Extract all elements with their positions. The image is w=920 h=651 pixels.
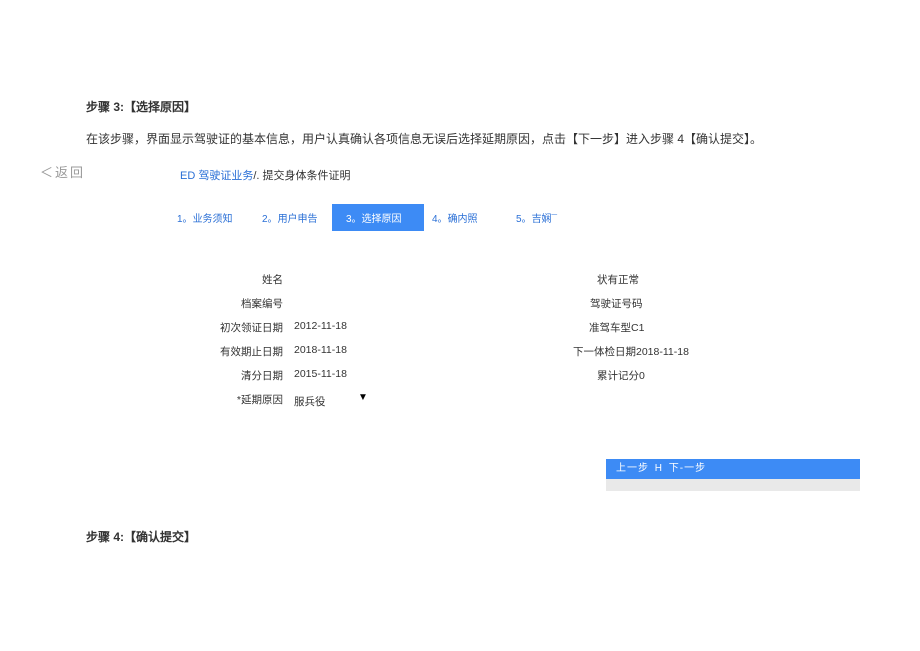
label-status: 状有正常: [597, 272, 797, 287]
label-clear: 清分日期: [83, 368, 283, 383]
step-1[interactable]: 1。业务须知: [177, 210, 233, 225]
breadcrumb-rest: /. 提交身体条件证明: [253, 170, 350, 182]
sep: H: [655, 463, 663, 474]
step-4[interactable]: 4。确内照: [432, 210, 478, 225]
value-expire: 2018-11-18: [294, 344, 494, 356]
bar-shadow: [606, 479, 860, 491]
breadcrumb-link[interactable]: ED 驾驶证业务: [180, 170, 253, 182]
breadcrumb: ED 驾驶证业务/. 提交身体条件证明: [180, 167, 351, 183]
step-2[interactable]: 2。用户申告: [262, 210, 318, 225]
prev-step-text: 上一步: [616, 463, 649, 474]
back-link[interactable]: ＜返回: [40, 162, 85, 181]
label-firstdate: 初次领证日期: [83, 320, 283, 335]
step3-heading: 步骤 3:【选择原因】: [86, 98, 196, 115]
label-licno: 驾驶证号码: [590, 296, 790, 311]
next-step-text: 下-一步: [669, 463, 706, 474]
label-expire: 有效期止日期: [83, 344, 283, 359]
chevron-down-icon: ▼: [358, 392, 368, 403]
row-vehtype: 准驾车型C1: [589, 320, 789, 335]
label-fileno: 档案编号: [83, 296, 283, 311]
step-3-active[interactable]: 3。选择原因: [332, 204, 424, 231]
delay-reason-select[interactable]: 服兵役 ▼: [294, 392, 326, 410]
step-5[interactable]: 5。吉娴¯: [516, 210, 557, 225]
step3-description: 在该步骤，界面显示驾驶证的基本信息，用户认真确认各项信息无误后选择延期原因，点击…: [86, 130, 762, 147]
value-clear: 2015-11-18: [294, 368, 494, 380]
step4-heading: 步骤 4:【确认提交】: [86, 528, 196, 545]
row-nextcheck: 下一体检日期2018-11-18: [573, 344, 773, 359]
next-step-bar[interactable]: 上一步 H 下-一步: [606, 459, 860, 479]
row-score: 累计记分0: [597, 368, 797, 383]
delay-reason-value: 服兵役: [294, 396, 326, 408]
label-delay: *延期原因: [83, 392, 283, 407]
label-name: 姓名: [83, 272, 283, 287]
value-firstdate: 2012-11-18: [294, 320, 494, 332]
